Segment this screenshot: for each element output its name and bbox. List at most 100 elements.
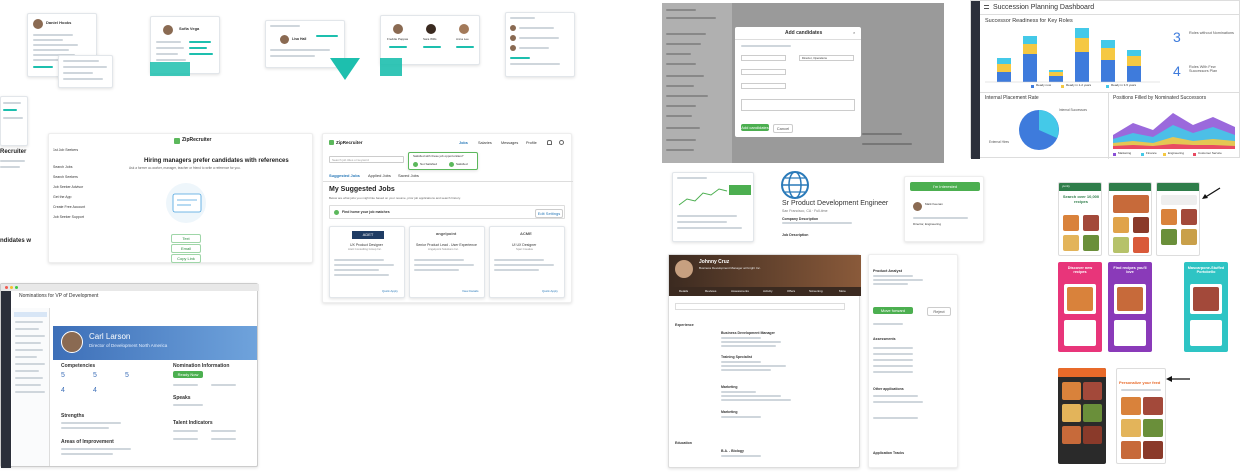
menu-item[interactable]: Job Seeker Support bbox=[53, 215, 84, 219]
close-dot[interactable] bbox=[5, 286, 8, 289]
job-card[interactable]: ADET UX Product Designer Arett Consultin… bbox=[329, 226, 405, 298]
recipe-screen-1: yumly Search over 10,000 recipes bbox=[1058, 182, 1102, 256]
edit-settings-button[interactable]: Edit Settings bbox=[535, 209, 563, 218]
tab[interactable]: Reviews bbox=[705, 289, 716, 293]
zip-references-screen: 1st Job Seekers Search Jobs Search Seeke… bbox=[48, 133, 313, 263]
company-description-label: Company Description bbox=[782, 217, 819, 221]
find-banner: Find home your job matches Edit Settings bbox=[329, 205, 565, 219]
not-satisfied[interactable]: Not Satisfied bbox=[420, 162, 437, 166]
score: 4 bbox=[61, 387, 65, 394]
happy-icon[interactable] bbox=[449, 162, 454, 167]
tab[interactable]: Offers bbox=[787, 289, 795, 293]
bell-icon[interactable] bbox=[547, 140, 552, 145]
list-panel bbox=[12, 308, 50, 466]
job-company: Arett Consulting Group Inc. bbox=[348, 247, 382, 251]
strengths-heading: Strengths bbox=[61, 413, 85, 419]
recipe-screen-2 bbox=[1108, 182, 1152, 256]
nav-messages[interactable]: Messages bbox=[501, 141, 518, 145]
cancel-button[interactable]: Cancel bbox=[773, 124, 793, 133]
job-action[interactable]: Quick Apply bbox=[542, 289, 558, 293]
readiness-chart bbox=[985, 28, 1160, 83]
zip-logo: ZipRecruiter bbox=[336, 140, 363, 145]
bar-segment bbox=[1101, 60, 1115, 82]
teal-accent bbox=[150, 62, 190, 76]
avatar bbox=[393, 24, 403, 34]
screen-caption: Discover new recipes bbox=[1067, 266, 1093, 275]
source-field[interactable] bbox=[741, 55, 786, 61]
job-description-label: Job Description bbox=[782, 233, 809, 237]
job-card[interactable]: angelpoint Senior Product Lead - User Ex… bbox=[409, 226, 485, 298]
tab[interactable]: Details bbox=[679, 289, 688, 293]
menu-item[interactable]: Get the App bbox=[53, 195, 72, 199]
modal-title: Add candidates bbox=[785, 30, 823, 36]
check-icon bbox=[334, 210, 339, 215]
sad-icon[interactable] bbox=[413, 162, 418, 167]
score: 5 bbox=[61, 372, 65, 379]
contact-role: Director, Engineering bbox=[913, 222, 942, 226]
chart1-title: Successor Readiness for Key Roles bbox=[985, 18, 1073, 24]
job-card[interactable]: ACME UI UX Designer Spar Creative Quick … bbox=[489, 226, 565, 298]
menu-item[interactable]: 1st Job Seekers bbox=[53, 148, 78, 152]
add-candidates-button[interactable]: Add candidates bbox=[741, 124, 769, 131]
tab[interactable]: Assessments bbox=[731, 289, 749, 293]
search-input[interactable]: Search job titles or keyword bbox=[329, 156, 404, 163]
score: 4 bbox=[93, 387, 97, 394]
satisfied[interactable]: Satisfied bbox=[456, 162, 468, 166]
dashboard-rail bbox=[971, 1, 980, 159]
tab-saved[interactable]: Saved Jobs bbox=[398, 173, 419, 179]
stat2-value: 4 bbox=[1173, 63, 1181, 79]
nominations-window: Nominations for VP of Development Carl L… bbox=[0, 283, 259, 468]
text-option[interactable]: Text bbox=[171, 234, 201, 243]
recipe-screen-6: Mascarpone-Stuffed Portobello bbox=[1184, 262, 1228, 352]
talent-heading: Talent Indicators bbox=[173, 420, 213, 426]
menu-item[interactable]: Job Seeker Advisor bbox=[53, 185, 83, 189]
search-placeholder: Search job titles or keyword bbox=[332, 157, 369, 162]
tab-applied[interactable]: Applied Jobs bbox=[368, 173, 391, 179]
nominations-title: Nominations for VP of Development bbox=[19, 293, 99, 299]
job-action[interactable]: Quick Apply bbox=[382, 289, 398, 293]
menu-item[interactable]: Search Seekers bbox=[53, 175, 78, 179]
tags-field[interactable] bbox=[741, 83, 786, 89]
menu-item[interactable]: Search Jobs bbox=[53, 165, 72, 169]
hamburger-icon[interactable] bbox=[984, 5, 989, 9]
gear-icon[interactable] bbox=[559, 140, 564, 145]
status-field[interactable] bbox=[741, 69, 786, 75]
recipe-screen-3 bbox=[1156, 182, 1200, 256]
stat1-label: Roles without Nominations bbox=[1189, 31, 1234, 35]
close-icon[interactable]: × bbox=[853, 31, 857, 35]
chart3-title: Positions Filled by Nominated Successors bbox=[1113, 95, 1207, 101]
job-post-location: San Francisco, CA · Full-time bbox=[782, 209, 828, 213]
avatar bbox=[510, 25, 516, 31]
page-sub: Below are what jobs you might like based… bbox=[329, 196, 461, 200]
nav-salaries[interactable]: Salaries bbox=[478, 141, 492, 145]
maximize-dot[interactable] bbox=[15, 286, 18, 289]
avatar bbox=[33, 19, 43, 29]
job-action[interactable]: View Details bbox=[462, 289, 478, 293]
menu-item[interactable]: Create Free Account bbox=[53, 205, 85, 209]
nav-profile[interactable]: Profile bbox=[526, 141, 537, 145]
bar-segment bbox=[1049, 76, 1063, 82]
interested-button[interactable]: I'm Interested bbox=[910, 182, 980, 191]
email-option[interactable]: Email bbox=[171, 244, 201, 253]
recipe-screen-4: Discover new recipes bbox=[1058, 262, 1102, 352]
globe-icon bbox=[781, 171, 809, 199]
tab[interactable]: Activity bbox=[763, 289, 773, 293]
nav-jobs[interactable]: Jobs bbox=[459, 141, 468, 145]
legend-label: Ready in 1-2 years bbox=[1066, 83, 1092, 87]
tab[interactable]: More bbox=[839, 289, 846, 293]
avatar bbox=[510, 35, 516, 41]
tab[interactable]: Screening bbox=[809, 289, 823, 293]
job-field[interactable]: Director, Operations bbox=[799, 55, 854, 61]
comment-input[interactable] bbox=[675, 303, 845, 310]
move-forward-button[interactable]: Move forward bbox=[873, 307, 913, 314]
profile-name: Sofia Vega bbox=[179, 26, 200, 31]
experience-item: Business Development Manager bbox=[721, 331, 775, 335]
teal-accent bbox=[380, 58, 402, 76]
copy-link-option[interactable]: Copy Link bbox=[171, 254, 201, 263]
bar-segment bbox=[1127, 56, 1141, 66]
tab-suggested[interactable]: Suggested Jobs bbox=[329, 173, 360, 179]
minimize-dot[interactable] bbox=[10, 286, 13, 289]
notes-field[interactable] bbox=[741, 99, 855, 111]
reject-button[interactable]: Reject bbox=[927, 307, 951, 316]
bar-segment bbox=[1075, 28, 1089, 38]
